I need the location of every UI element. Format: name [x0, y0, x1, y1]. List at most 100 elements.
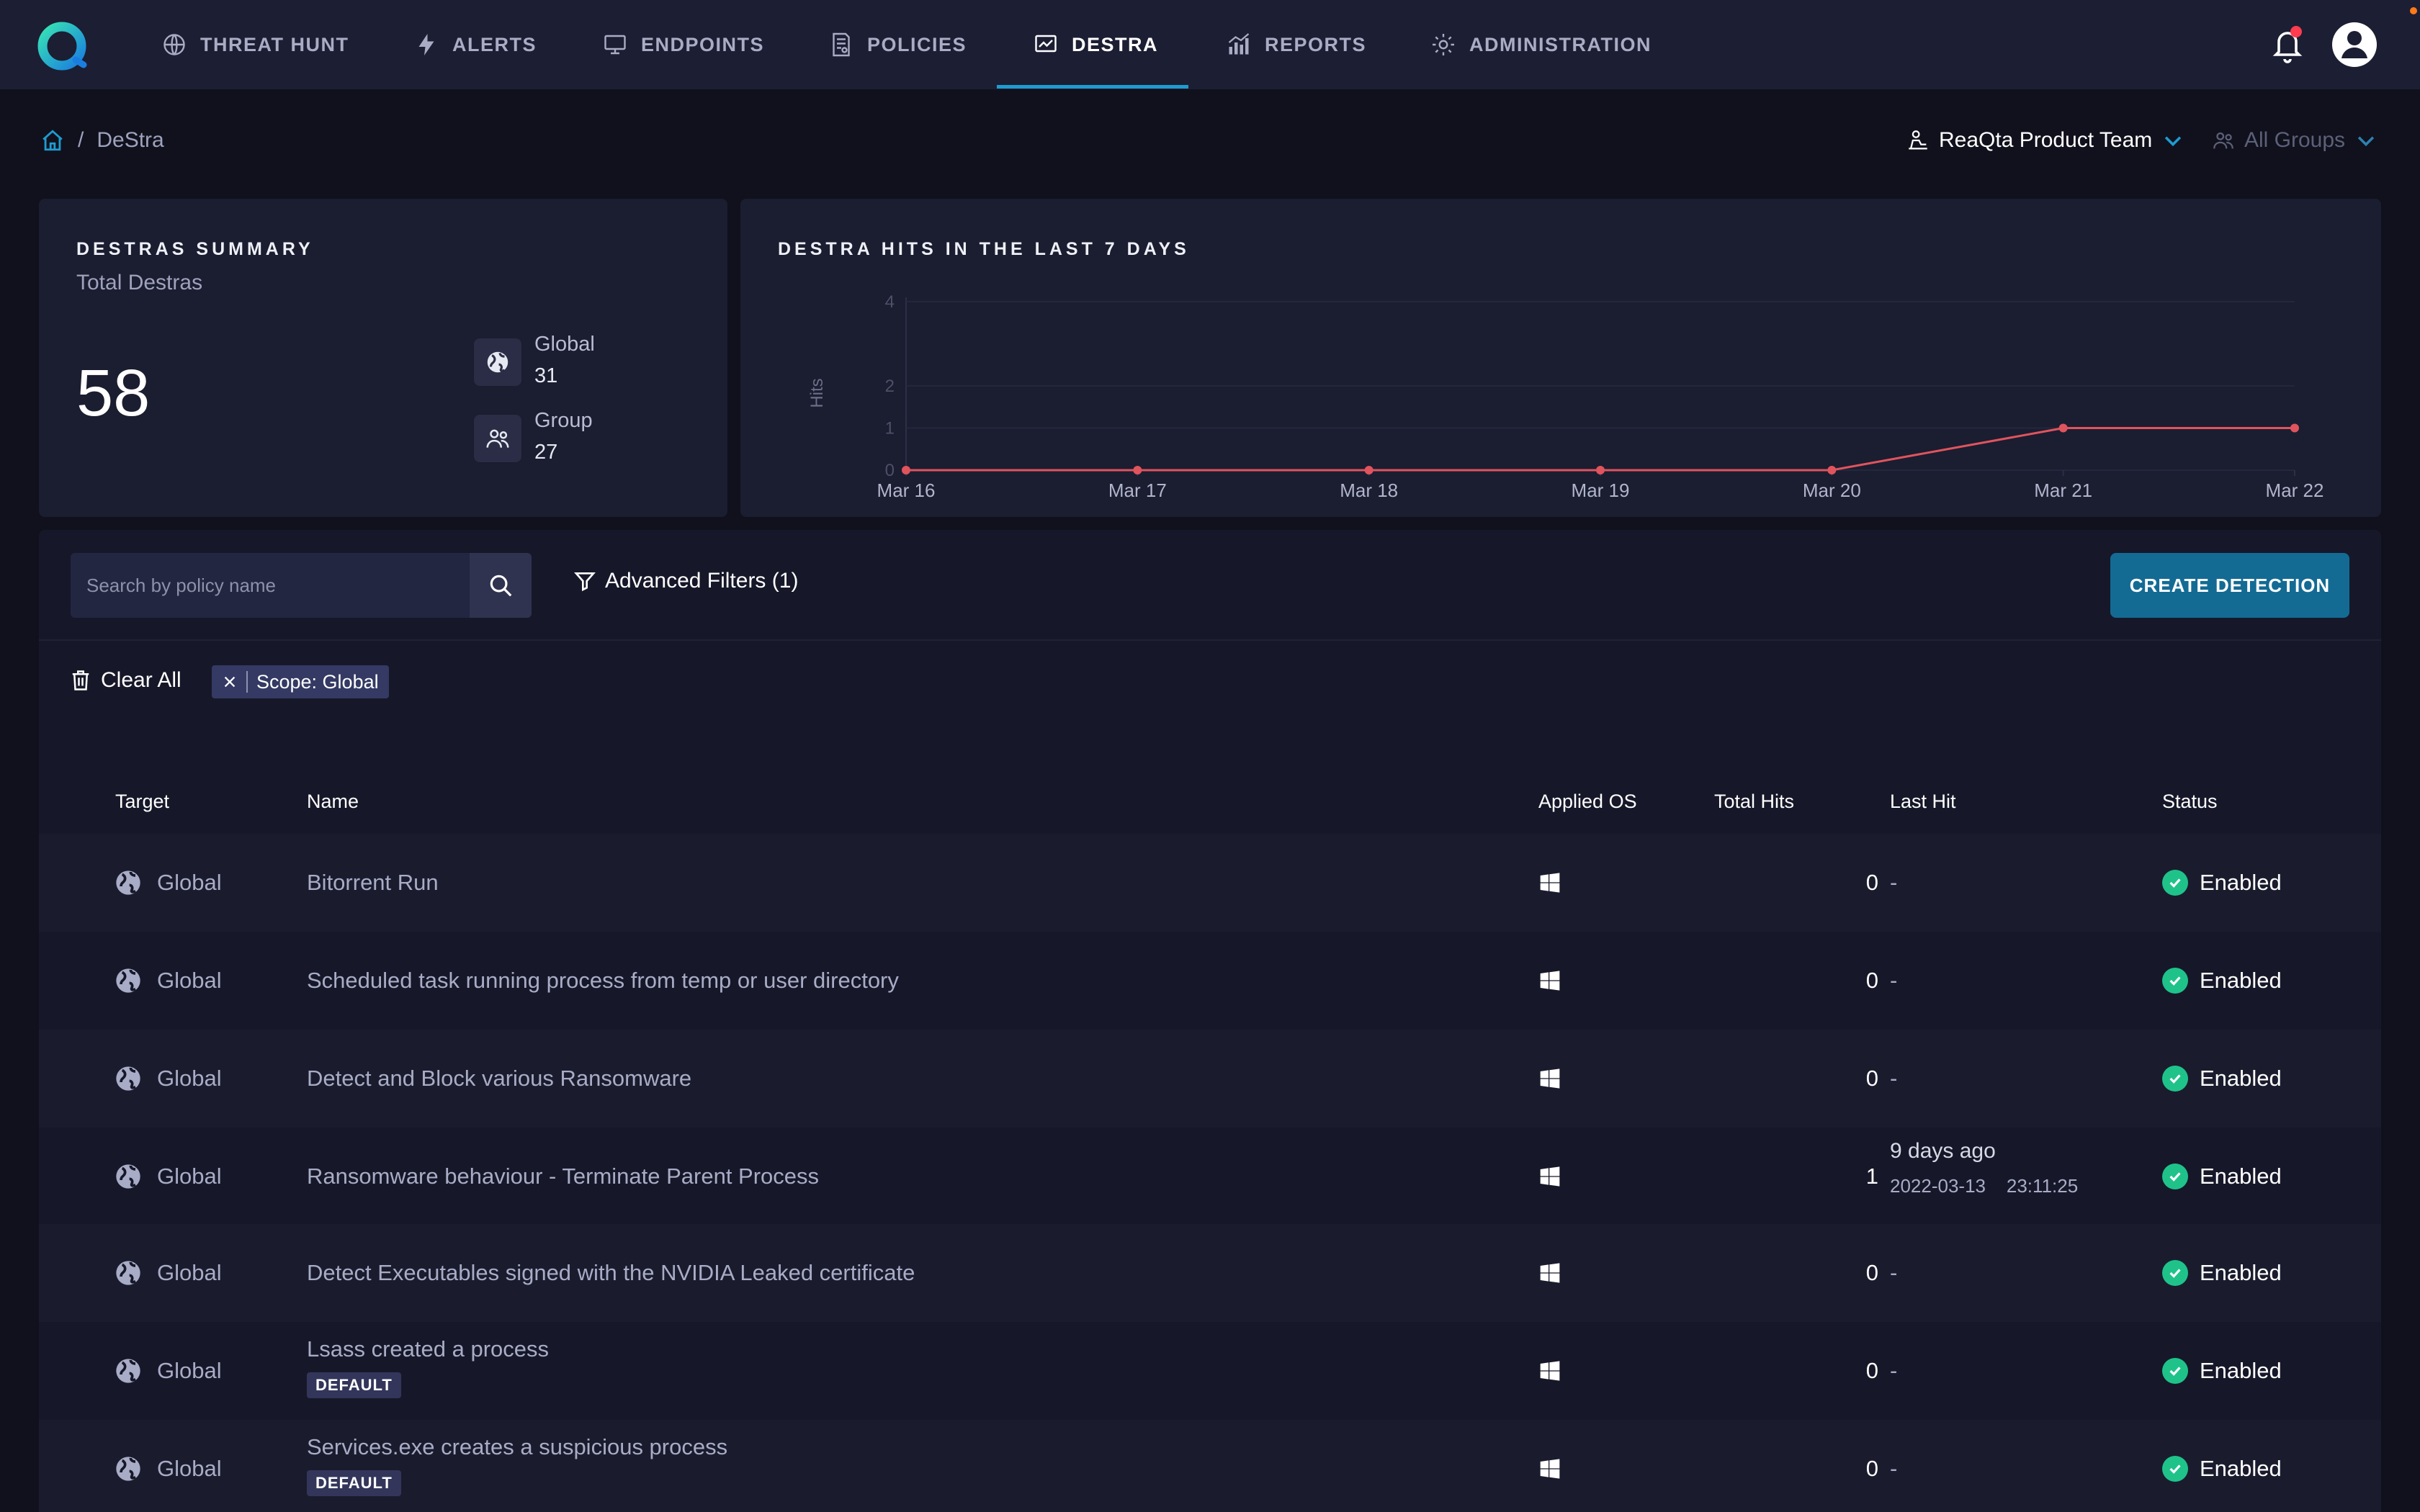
windows-icon [1540, 873, 1560, 893]
column-header-target[interactable]: Target [115, 791, 169, 813]
globe-icon [487, 351, 508, 373]
table-row[interactable]: Global Scheduled task running process fr… [39, 932, 2381, 1030]
user-avatar[interactable] [2332, 22, 2377, 67]
row-last-hit: - [1890, 870, 1898, 895]
team-selector[interactable]: ReaQta Product Team [1906, 128, 2185, 153]
nav-alerts[interactable]: ALERTS [413, 0, 537, 89]
column-header-last-hit[interactable]: Last Hit [1890, 791, 1956, 813]
default-badge: DEFAULT [307, 1470, 401, 1496]
row-last-hit: - [1890, 1358, 1898, 1383]
check-circle-icon [2162, 1260, 2188, 1286]
row-last-hit: - [1890, 1260, 1898, 1285]
globe-icon [116, 1261, 140, 1285]
table-row[interactable]: Global Bitorrent Run 0 - Enabled [39, 834, 2381, 932]
team-icon [1909, 130, 1927, 150]
column-header-applied-os[interactable]: Applied OS [1538, 791, 1637, 813]
groups-selector[interactable]: All Groups [2211, 128, 2378, 153]
check-circle-icon [2162, 1456, 2188, 1482]
data-point [902, 466, 910, 474]
search-button[interactable] [470, 553, 532, 618]
data-point [2058, 423, 2068, 433]
check-circle-icon [2162, 870, 2188, 896]
nav-threat-hunt[interactable]: THREAT HUNT [161, 0, 349, 89]
destra-monitor-icon [1035, 35, 1057, 53]
user-icon [2341, 31, 2367, 58]
column-header-status[interactable]: Status [2162, 791, 2218, 813]
advanced-filters-label: Advanced Filters (1) [605, 569, 799, 593]
reaqta-logo[interactable] [36, 20, 88, 72]
destra-hits-chart-card: DESTRA HITS IN THE LAST 7 DAYS 0 1 2 4 Hits M… [740, 199, 2381, 517]
chip-separator [246, 671, 248, 693]
scope-filter-chip[interactable]: Scope: Global [212, 665, 389, 698]
row-target: Global [157, 1358, 222, 1383]
row-name-link[interactable]: Detect and Block various Ransomware [307, 1066, 691, 1092]
table-row[interactable]: Global Ransomware behaviour - Terminate … [39, 1128, 2381, 1225]
toolbar-divider [39, 639, 2381, 641]
nav-label: ENDPOINTS [641, 33, 765, 55]
search-input[interactable] [71, 553, 470, 618]
row-name-link[interactable]: Bitorrent Run [307, 870, 439, 896]
default-badge: DEFAULT [307, 1372, 401, 1398]
table-row[interactable]: Global Detect Executables signed with th… [39, 1224, 2381, 1322]
close-icon[interactable] [222, 674, 238, 690]
summary-subtitle: Total Destras [76, 271, 203, 294]
column-header-name[interactable]: Name [307, 791, 359, 813]
nav-policies[interactable]: POLICIES [828, 0, 967, 89]
row-name-link[interactable]: Services.exe creates a suspicious proces… [307, 1434, 727, 1460]
hits-line-chart: 0 1 2 4 Hits Mar 16 Mar 17 Mar 18 Mar 19 Mar 20 Ma… [807, 292, 2323, 501]
row-name-link[interactable]: Detect Executables signed with the NVIDI… [307, 1260, 915, 1286]
row-total-hits: 0 [1865, 1358, 1878, 1383]
y-tick-label: 4 [885, 292, 895, 312]
windows-icon [1540, 971, 1560, 991]
nav-endpoints[interactable]: ENDPOINTS [602, 0, 764, 89]
bar-chart-icon [1228, 33, 1250, 55]
table-row[interactable]: Global Services.exe creates a suspicious… [39, 1420, 2381, 1512]
globe-icon [116, 1359, 140, 1383]
table-row[interactable]: Global Detect and Block various Ransomwa… [39, 1030, 2381, 1128]
column-header-total-hits[interactable]: Total Hits [1714, 791, 1794, 813]
row-name-link[interactable]: Ransomware behaviour - Terminate Parent … [307, 1164, 819, 1189]
data-point [1596, 466, 1605, 474]
group-stat-icon-box [474, 415, 521, 462]
windows-icon [1540, 1459, 1560, 1479]
nav-reports[interactable]: REPORTS [1226, 0, 1366, 89]
nav-label: POLICIES [867, 33, 967, 55]
row-target: Global [157, 870, 222, 895]
table-row[interactable]: Global Lsass created a process DEFAULT 0… [39, 1322, 2381, 1420]
destras-summary-card: DESTRAS SUMMARY Total Destras 58 Global … [39, 199, 727, 517]
nav-destra[interactable]: DESTRA [1033, 0, 1158, 89]
summary-total-value: 58 [76, 356, 151, 430]
check-circle-icon [2162, 1164, 2188, 1189]
data-point [1827, 466, 1837, 474]
advanced-filters-button[interactable]: Advanced Filters (1) [573, 569, 798, 593]
row-name-link[interactable]: Lsass created a process [307, 1336, 549, 1362]
group-stat-value: 27 [534, 441, 558, 464]
y-tick-label: 1 [885, 419, 895, 438]
group-stat-label: Group [534, 409, 593, 432]
x-tick-label: Mar 21 [2034, 480, 2092, 501]
globe-icon [116, 1164, 140, 1189]
row-last-hit: - [1890, 1066, 1898, 1091]
chip-label: Scope: Global [256, 670, 379, 693]
row-name-link[interactable]: Scheduled task running process from temp… [307, 968, 899, 994]
row-last-hit-date: 2022-03-13 23:11:25 [1890, 1175, 2079, 1197]
y-tick-label: 0 [885, 461, 895, 480]
team-label: ReaQta Product Team [1939, 128, 2153, 152]
data-point [1133, 466, 1142, 474]
row-target: Global [157, 1066, 222, 1091]
create-detection-button[interactable]: CREATE DETECTION [2110, 553, 2349, 618]
clear-all-button[interactable]: Clear All [71, 668, 182, 693]
windows-icon [1540, 1068, 1560, 1089]
nav-administration[interactable]: ADMINISTRATION [1430, 0, 1652, 89]
check-circle-icon [2162, 1358, 2188, 1384]
filter-icon [574, 572, 596, 592]
home-icon[interactable] [40, 128, 65, 153]
data-point [1364, 466, 1373, 474]
groups-icon [2213, 132, 2233, 149]
nav-label: ADMINISTRATION [1469, 33, 1652, 55]
row-target: Global [157, 968, 222, 993]
global-stat-label: Global [534, 333, 595, 356]
windows-icon [1540, 1263, 1560, 1283]
row-last-hit: - [1890, 968, 1898, 993]
globe-icon [116, 968, 140, 993]
